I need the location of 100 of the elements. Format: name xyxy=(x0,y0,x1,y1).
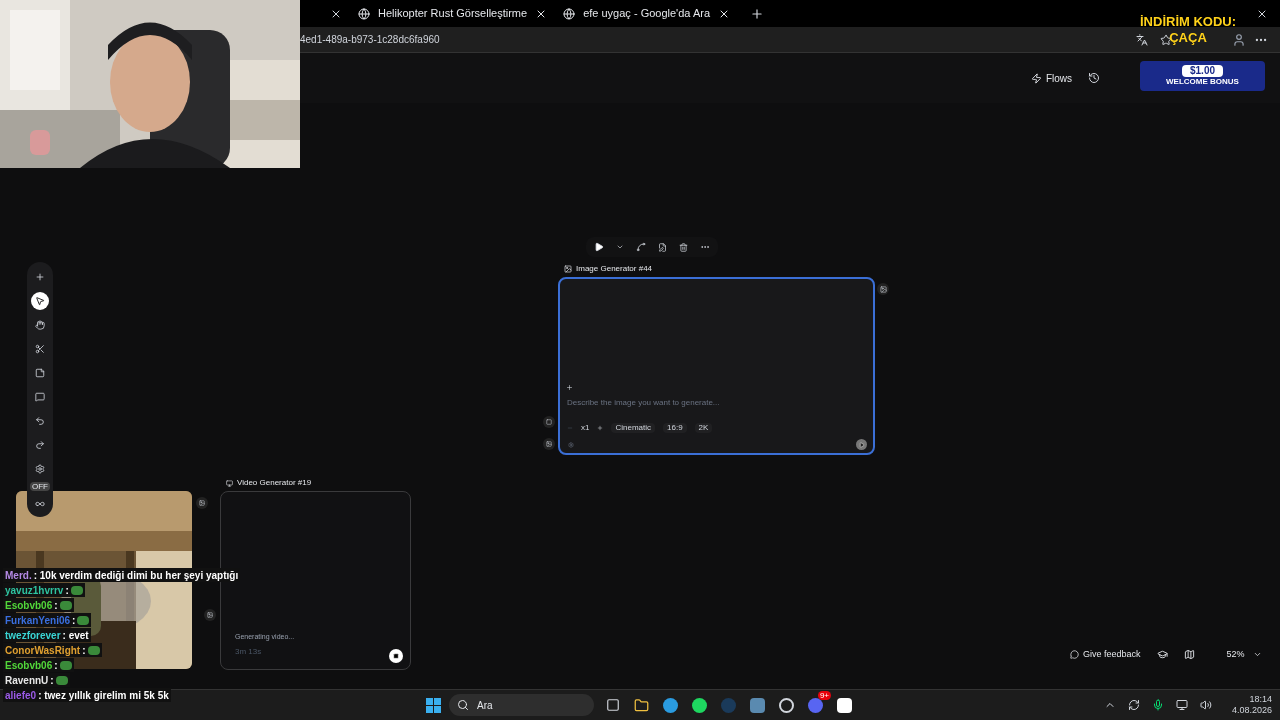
play-icon xyxy=(858,441,865,448)
history-icon[interactable] xyxy=(1088,72,1100,84)
plus-icon[interactable] xyxy=(597,425,604,431)
image-icon xyxy=(199,500,205,506)
emote-icon xyxy=(55,675,68,685)
chat-message: : xyxy=(50,673,54,688)
output-handle[interactable] xyxy=(877,283,889,295)
flows-button[interactable]: Flows xyxy=(1030,70,1072,86)
music-app-icon[interactable] xyxy=(692,697,707,713)
graduation-cap-icon[interactable] xyxy=(1156,649,1168,661)
play-icon[interactable] xyxy=(594,242,604,252)
image-input-handle[interactable] xyxy=(543,438,555,450)
emote-icon xyxy=(59,600,72,610)
app-icon[interactable] xyxy=(750,697,765,713)
address-text[interactable]: 4ed1-489a-b973-1c28dc6fa960 xyxy=(300,32,440,47)
emote-icon xyxy=(77,615,90,625)
image-generator-node[interactable]: Describe the image you want to generate... x1 Cinematic 16:9 2K xyxy=(558,277,875,455)
stop-icon xyxy=(393,653,399,659)
browser-tab[interactable]: Helikopter Rust Görselleştirme xyxy=(350,0,556,27)
chat-message: : xyxy=(54,658,58,673)
clock-time: 18:14 xyxy=(1249,693,1272,705)
chat-username[interactable]: twezforever xyxy=(5,627,61,643)
chat-username[interactable]: RavennU xyxy=(5,672,49,688)
add-icon[interactable] xyxy=(566,384,573,391)
count-value: x1 xyxy=(581,423,590,433)
chat-message: : twez yıllık girelim mi 5k 5k xyxy=(38,688,169,703)
chat-username[interactable]: Merd. xyxy=(5,567,32,583)
tab-favicon-icon xyxy=(358,7,370,20)
chat-username[interactable]: FurkanYeni06 xyxy=(5,612,71,628)
video-icon xyxy=(226,479,233,487)
output-handle[interactable] xyxy=(196,497,208,509)
settings-icon xyxy=(35,464,45,474)
input-handle[interactable] xyxy=(204,609,216,621)
emote-icon xyxy=(59,660,72,670)
search-icon xyxy=(457,699,469,711)
lightning-icon xyxy=(1030,72,1042,84)
image-icon xyxy=(564,265,572,273)
scissors-icon xyxy=(35,344,45,354)
resolution-dropdown[interactable]: 2K xyxy=(694,423,713,433)
chat-message: : xyxy=(65,583,69,598)
chat-username[interactable]: Esobvb06 xyxy=(5,657,53,673)
browser-tab[interactable]: efe uygaç - Google'da Ara xyxy=(555,0,738,27)
windows-logo-icon[interactable] xyxy=(426,697,441,713)
style-dropdown[interactable]: Cinematic xyxy=(611,423,656,433)
chat-username[interactable]: aliefe0 xyxy=(5,687,37,703)
delete-icon[interactable] xyxy=(679,242,688,252)
browser-icon[interactable] xyxy=(663,697,678,713)
taskbar-search-field[interactable]: Ara xyxy=(449,694,594,716)
elapsed-time: 3m 13s xyxy=(235,646,262,658)
sync-icon[interactable] xyxy=(1127,699,1140,711)
microphone-icon[interactable] xyxy=(1151,699,1164,711)
feedback-icon xyxy=(1070,650,1079,660)
note-icon xyxy=(35,368,45,378)
image-icon xyxy=(207,612,213,618)
caret-icon[interactable] xyxy=(616,243,624,251)
image-icon xyxy=(879,285,887,293)
editor-app-icon[interactable] xyxy=(837,697,852,713)
undo-icon xyxy=(35,416,45,426)
volume-icon[interactable] xyxy=(1199,699,1212,711)
edit-icon[interactable] xyxy=(658,242,667,252)
chat-username[interactable]: ConorWasRight xyxy=(5,642,81,658)
promo-amount: $1.00 xyxy=(1182,65,1223,77)
redo-icon xyxy=(35,440,45,450)
chat-username[interactable]: yavuz1hvrrv xyxy=(5,582,64,598)
ratio-dropdown[interactable]: 16:9 xyxy=(663,423,687,433)
chat-app-icon[interactable] xyxy=(808,697,823,713)
promo-code: ÇAÇA xyxy=(1169,30,1207,46)
chat-message: : xyxy=(82,643,86,658)
promo-code-label: İNDİRİM KODU: xyxy=(1140,14,1237,30)
add-icon xyxy=(35,272,45,282)
folder-icon[interactable] xyxy=(634,697,649,713)
emote-icon xyxy=(87,645,100,655)
promo-bonus: WELCOME BONUS xyxy=(1166,77,1239,87)
feedback-button[interactable]: Give feedback xyxy=(1070,648,1141,662)
new-tab-icon[interactable] xyxy=(750,6,764,21)
translate-icon[interactable] xyxy=(1136,33,1148,46)
comment-icon xyxy=(35,392,45,402)
node-title: Image Generator #44 xyxy=(576,264,653,274)
run-button[interactable] xyxy=(856,439,867,450)
pointer-tool[interactable] xyxy=(31,292,49,310)
node-title: Video Generator #19 xyxy=(237,478,312,488)
chat-username[interactable]: Esobvb06 xyxy=(5,597,53,613)
app-icon[interactable] xyxy=(779,697,794,713)
notification-badge: 9+ xyxy=(817,690,831,700)
stop-button[interactable] xyxy=(389,649,403,663)
map-icon[interactable] xyxy=(1183,649,1195,661)
chat-message: : xyxy=(54,598,58,613)
profile-icon[interactable] xyxy=(1232,32,1246,47)
emote-icon xyxy=(70,585,83,595)
pointer-icon xyxy=(35,296,45,306)
chat-message: : evet xyxy=(62,628,89,643)
chat-message: : xyxy=(72,613,76,628)
task-view-icon[interactable] xyxy=(606,698,620,712)
zoom-dropdown[interactable]: 52% xyxy=(1226,648,1262,662)
input-handle[interactable] xyxy=(543,416,555,428)
clock-date: 4.08.2026 xyxy=(1231,705,1272,717)
network-icon[interactable] xyxy=(1175,699,1188,711)
connector-icon[interactable] xyxy=(636,242,646,252)
hand-icon xyxy=(35,320,45,330)
prompt-placeholder[interactable]: Describe the image you want to generate... xyxy=(567,397,720,409)
